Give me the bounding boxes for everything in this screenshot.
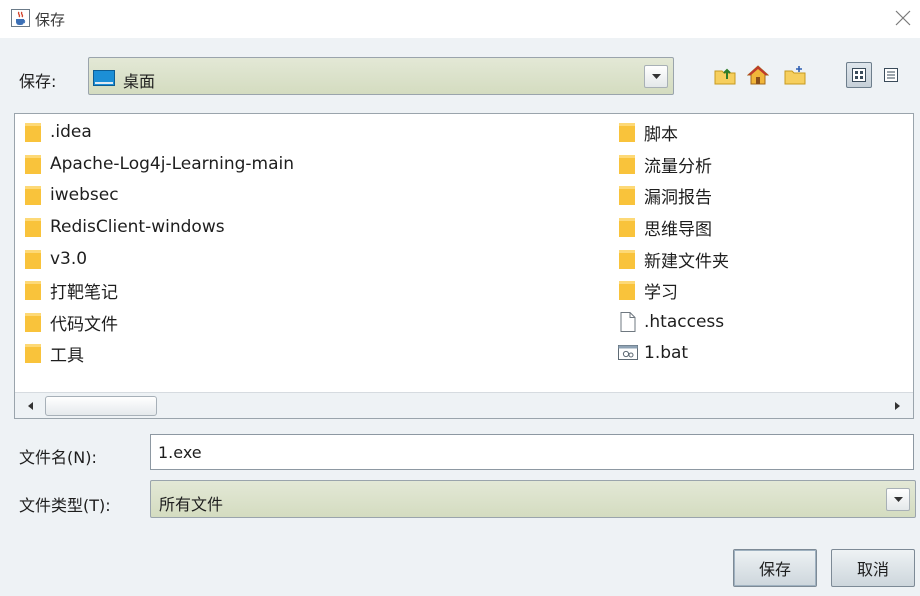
folder-icon <box>23 311 45 333</box>
filetype-label: 文件类型(T): <box>19 496 111 515</box>
list-item[interactable]: 漏洞报告 <box>617 182 712 208</box>
chevron-down-icon[interactable] <box>644 65 668 88</box>
list-item[interactable]: v3.0 <box>23 246 87 272</box>
list-item[interactable]: 新建文件夹 <box>617 246 729 272</box>
horizontal-scrollbar[interactable] <box>15 392 913 418</box>
list-item[interactable]: .idea <box>23 119 92 145</box>
details-view-icon[interactable] <box>878 62 904 88</box>
list-item[interactable]: 思维导图 <box>617 214 712 240</box>
list-item[interactable]: 学习 <box>617 277 678 303</box>
folder-icon <box>23 279 45 301</box>
folder-icon <box>617 279 639 301</box>
file-name: RedisClient-windows <box>50 217 225 237</box>
folder-icon <box>23 153 45 175</box>
list-item[interactable]: 脚本 <box>617 119 678 145</box>
file-name: 1.bat <box>644 343 689 363</box>
filename-label: 文件名(N): <box>19 448 97 467</box>
folder-icon <box>617 216 639 238</box>
file-name: .idea <box>50 122 92 142</box>
file-name: 流量分析 <box>644 156 712 177</box>
file-name: 思维导图 <box>644 219 712 240</box>
filetype-dropdown[interactable]: 所有文件 <box>150 480 916 518</box>
file-icon <box>617 311 639 333</box>
scroll-left-icon[interactable] <box>21 396 41 416</box>
folder-icon <box>617 248 639 270</box>
file-name: v3.0 <box>50 249 88 269</box>
java-cup-icon <box>11 9 30 27</box>
list-item[interactable]: .htaccess <box>617 309 724 335</box>
list-item[interactable]: RedisClient-windows <box>23 214 225 240</box>
dialog-panel: 保存: 桌面 .idea Apache-Log4j-Learning-main … <box>0 38 920 596</box>
save-button[interactable]: 保存 <box>733 549 817 587</box>
save-in-value: 桌面 <box>123 72 156 91</box>
list-item[interactable]: 1.bat <box>617 340 688 366</box>
folder-icon <box>617 121 639 143</box>
list-item[interactable]: 打靶笔记 <box>23 277 118 303</box>
folder-icon <box>23 248 45 270</box>
window-title: 保存 <box>35 11 66 29</box>
chevron-down-icon[interactable] <box>886 488 910 511</box>
file-name: 漏洞报告 <box>644 187 712 208</box>
save-in-dropdown[interactable]: 桌面 <box>88 57 674 95</box>
file-name: 脚本 <box>644 124 678 145</box>
list-item[interactable]: iwebsec <box>23 182 119 208</box>
file-name: 打靶笔记 <box>50 282 118 303</box>
folder-up-icon[interactable] <box>712 62 738 88</box>
desktop-folder-icon <box>93 70 115 86</box>
folder-icon <box>617 184 639 206</box>
list-item[interactable]: 工具 <box>23 340 84 366</box>
file-name: 代码文件 <box>50 314 118 335</box>
folder-icon <box>617 153 639 175</box>
new-folder-icon[interactable] <box>782 62 808 88</box>
file-name: Apache-Log4j-Learning-main <box>50 154 295 174</box>
scrollbar-thumb[interactable] <box>45 396 157 416</box>
cancel-button[interactable]: 取消 <box>831 549 915 587</box>
list-view-icon[interactable] <box>846 62 872 88</box>
batch-file-icon <box>617 342 639 364</box>
list-item[interactable]: Apache-Log4j-Learning-main <box>23 151 294 177</box>
file-name: iwebsec <box>50 185 119 205</box>
save-in-label: 保存: <box>19 72 57 91</box>
file-name: 学习 <box>644 282 678 303</box>
file-name: .htaccess <box>644 312 725 332</box>
list-item[interactable]: 代码文件 <box>23 309 118 335</box>
title-bar: 保存 <box>0 0 920 38</box>
list-item[interactable]: 流量分析 <box>617 151 712 177</box>
folder-icon <box>23 342 45 364</box>
home-icon[interactable] <box>745 62 771 88</box>
filetype-value: 所有文件 <box>159 495 224 514</box>
file-name: 新建文件夹 <box>644 251 729 272</box>
folder-icon <box>23 216 45 238</box>
file-name: 工具 <box>50 345 84 366</box>
close-icon[interactable] <box>894 9 912 27</box>
folder-icon <box>23 184 45 206</box>
file-list[interactable]: .idea Apache-Log4j-Learning-main iwebsec… <box>14 113 914 419</box>
scroll-right-icon[interactable] <box>887 396 907 416</box>
filename-input[interactable] <box>150 434 914 470</box>
folder-icon <box>23 121 45 143</box>
